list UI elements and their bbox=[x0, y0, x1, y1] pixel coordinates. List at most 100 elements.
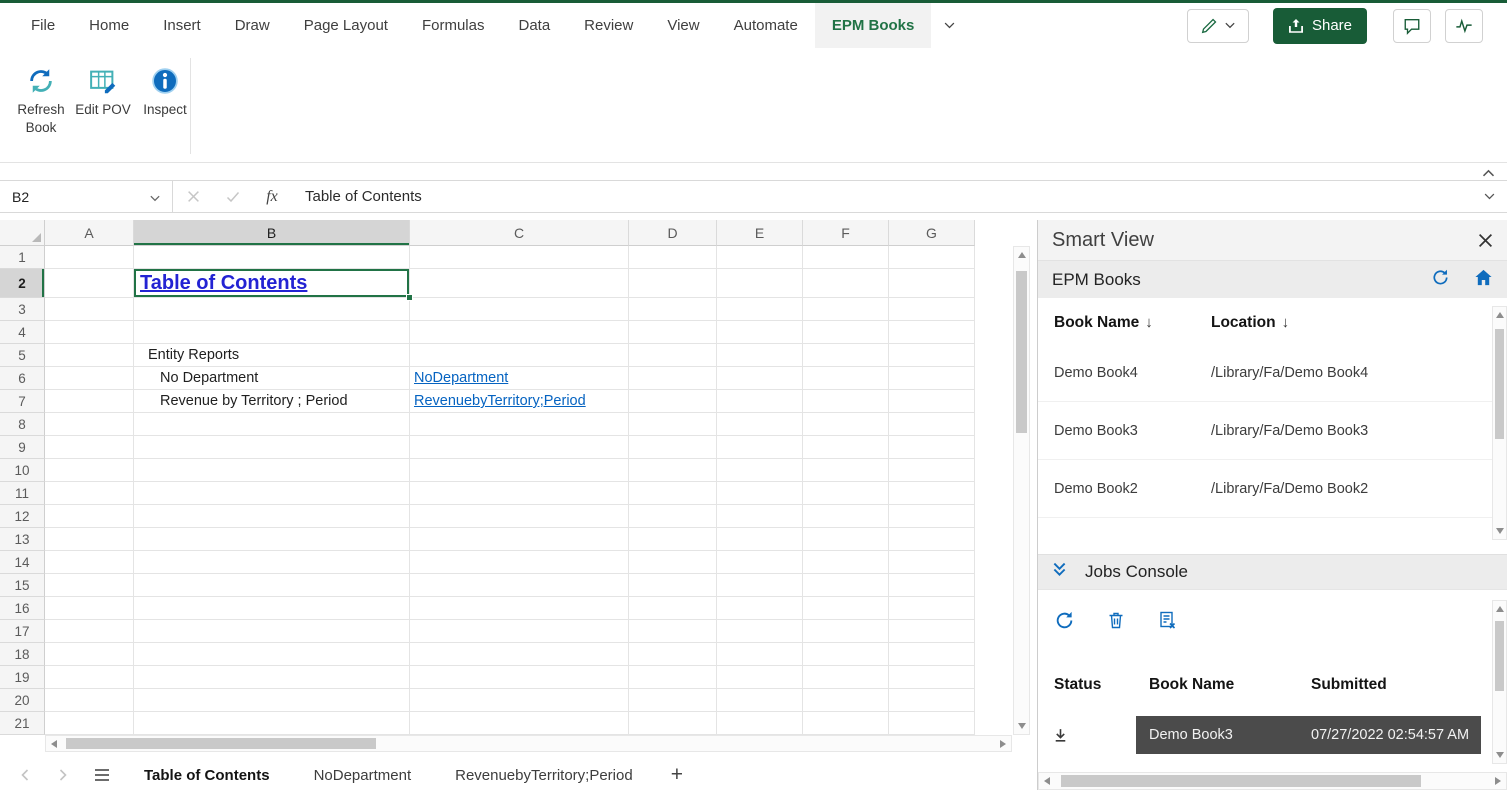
cell-F12[interactable] bbox=[803, 505, 889, 528]
column-header-C[interactable]: C bbox=[410, 220, 629, 246]
cell-F7[interactable] bbox=[803, 390, 889, 413]
scrollbar-thumb[interactable] bbox=[1495, 329, 1504, 439]
row-header-18[interactable]: 18 bbox=[0, 643, 45, 666]
cell-G7[interactable] bbox=[889, 390, 975, 413]
cell-D16[interactable] bbox=[629, 597, 717, 620]
cell-G21[interactable] bbox=[889, 712, 975, 735]
share-button[interactable]: Share bbox=[1273, 8, 1367, 44]
cell-C15[interactable] bbox=[410, 574, 629, 597]
refresh-icon[interactable] bbox=[1054, 610, 1075, 636]
cell-A12[interactable] bbox=[45, 505, 134, 528]
cell-E14[interactable] bbox=[717, 551, 803, 574]
cell-A11[interactable] bbox=[45, 482, 134, 505]
cell-F3[interactable] bbox=[803, 298, 889, 321]
cell-B5[interactable]: Entity Reports bbox=[134, 344, 410, 367]
row-header-1[interactable]: 1 bbox=[0, 246, 45, 269]
cell-B2[interactable]: Table of Contents bbox=[134, 269, 410, 298]
scroll-up-arrow[interactable] bbox=[1014, 247, 1029, 263]
row-header-3[interactable]: 3 bbox=[0, 298, 45, 321]
cell-A10[interactable] bbox=[45, 459, 134, 482]
cell-C21[interactable] bbox=[410, 712, 629, 735]
row-header-15[interactable]: 15 bbox=[0, 574, 45, 597]
cell-F20[interactable] bbox=[803, 689, 889, 712]
scroll-up-arrow[interactable] bbox=[1493, 307, 1506, 323]
cell-F2[interactable] bbox=[803, 269, 889, 298]
cell-D18[interactable] bbox=[629, 643, 717, 666]
cell-B17[interactable] bbox=[134, 620, 410, 643]
cell-G9[interactable] bbox=[889, 436, 975, 459]
cell-A14[interactable] bbox=[45, 551, 134, 574]
cell-D2[interactable] bbox=[629, 269, 717, 298]
comments-button[interactable] bbox=[1393, 9, 1431, 43]
cell-E4[interactable] bbox=[717, 321, 803, 344]
sheet-tab-revenuebyterritory-period[interactable]: RevenuebyTerritory;Period bbox=[433, 760, 655, 790]
row-header-10[interactable]: 10 bbox=[0, 459, 45, 482]
cell-E7[interactable] bbox=[717, 390, 803, 413]
jobs-table-row[interactable]: Demo Book307/27/2022 02:54:57 AM bbox=[1038, 716, 1507, 754]
editing-mode-button[interactable] bbox=[1187, 9, 1249, 43]
cell-A6[interactable] bbox=[45, 367, 134, 390]
books-vertical-scrollbar[interactable] bbox=[1492, 306, 1507, 540]
cell-C20[interactable] bbox=[410, 689, 629, 712]
cell-G20[interactable] bbox=[889, 689, 975, 712]
cell-A21[interactable] bbox=[45, 712, 134, 735]
column-header-E[interactable]: E bbox=[717, 220, 803, 246]
cell-C16[interactable] bbox=[410, 597, 629, 620]
cell-G2[interactable] bbox=[889, 269, 975, 298]
cell-B4[interactable] bbox=[134, 321, 410, 344]
cell-G13[interactable] bbox=[889, 528, 975, 551]
jobs-vertical-scrollbar[interactable] bbox=[1492, 600, 1507, 764]
epm-book-row[interactable]: Demo Book3/Library/Fa/Demo Book3 bbox=[1038, 402, 1507, 460]
cell-B10[interactable] bbox=[134, 459, 410, 482]
scroll-left-arrow[interactable] bbox=[1039, 773, 1055, 789]
cell-B3[interactable] bbox=[134, 298, 410, 321]
cell-A4[interactable] bbox=[45, 321, 134, 344]
cell-D15[interactable] bbox=[629, 574, 717, 597]
row-header-16[interactable]: 16 bbox=[0, 597, 45, 620]
cell-E19[interactable] bbox=[717, 666, 803, 689]
cell-B16[interactable] bbox=[134, 597, 410, 620]
cell-D20[interactable] bbox=[629, 689, 717, 712]
cell-F9[interactable] bbox=[803, 436, 889, 459]
name-box-dropdown-chevron-icon[interactable] bbox=[150, 189, 160, 205]
row-header-6[interactable]: 6 bbox=[0, 367, 45, 390]
row-header-9[interactable]: 9 bbox=[0, 436, 45, 459]
cell-E20[interactable] bbox=[717, 689, 803, 712]
cell-D14[interactable] bbox=[629, 551, 717, 574]
cell-A5[interactable] bbox=[45, 344, 134, 367]
cell-G1[interactable] bbox=[889, 246, 975, 269]
cell-F19[interactable] bbox=[803, 666, 889, 689]
cell-E6[interactable] bbox=[717, 367, 803, 390]
cell-A9[interactable] bbox=[45, 436, 134, 459]
cell-A8[interactable] bbox=[45, 413, 134, 436]
row-header-19[interactable]: 19 bbox=[0, 666, 45, 689]
cell-E17[interactable] bbox=[717, 620, 803, 643]
inspect-button[interactable]: Inspect bbox=[136, 61, 194, 162]
sheet-tab-nodepartment[interactable]: NoDepartment bbox=[292, 760, 434, 790]
cell-C5[interactable] bbox=[410, 344, 629, 367]
cell-B6[interactable]: No Department bbox=[134, 367, 410, 390]
cell-D9[interactable] bbox=[629, 436, 717, 459]
cell-C14[interactable] bbox=[410, 551, 629, 574]
scrollbar-thumb[interactable] bbox=[1016, 271, 1027, 433]
cell-B13[interactable] bbox=[134, 528, 410, 551]
cell-D12[interactable] bbox=[629, 505, 717, 528]
menu-tab-page-layout[interactable]: Page Layout bbox=[287, 3, 405, 48]
scrollbar-thumb[interactable] bbox=[1061, 775, 1421, 787]
cell-B20[interactable] bbox=[134, 689, 410, 712]
cell-F4[interactable] bbox=[803, 321, 889, 344]
cell-G12[interactable] bbox=[889, 505, 975, 528]
cell-C8[interactable] bbox=[410, 413, 629, 436]
cell-E13[interactable] bbox=[717, 528, 803, 551]
cell-G6[interactable] bbox=[889, 367, 975, 390]
cell-B18[interactable] bbox=[134, 643, 410, 666]
cell-G11[interactable] bbox=[889, 482, 975, 505]
sheet-tab-table-of-contents[interactable]: Table of Contents bbox=[122, 760, 292, 790]
scroll-right-arrow[interactable] bbox=[995, 736, 1011, 751]
cell-C4[interactable] bbox=[410, 321, 629, 344]
cell-B8[interactable] bbox=[134, 413, 410, 436]
menu-tabs-overflow-chevron[interactable] bbox=[931, 3, 968, 48]
cell-D11[interactable] bbox=[629, 482, 717, 505]
menu-tab-file[interactable]: File bbox=[14, 3, 72, 48]
cell-A18[interactable] bbox=[45, 643, 134, 666]
